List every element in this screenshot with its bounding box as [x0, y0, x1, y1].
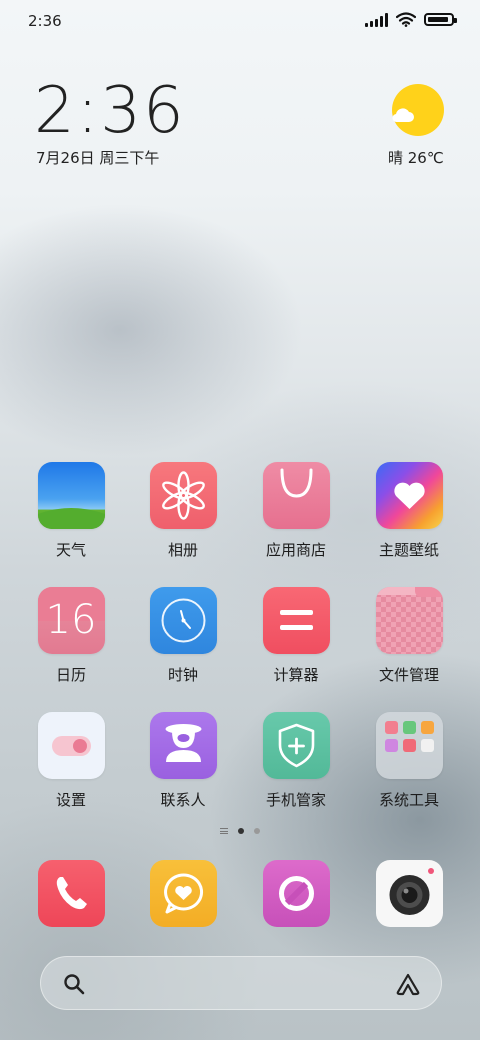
- app-app-store[interactable]: 应用商店: [246, 462, 346, 560]
- app-clock[interactable]: 时钟: [133, 587, 233, 685]
- app-gallery[interactable]: 相册: [133, 462, 233, 560]
- page-dot: [254, 828, 260, 834]
- search-bar[interactable]: [40, 956, 442, 1010]
- app-label: 天气: [55, 541, 86, 559]
- assistant-icon[interactable]: [395, 972, 421, 996]
- search-icon[interactable]: [63, 973, 85, 995]
- app-store-icon: [262, 462, 330, 529]
- home-screen: 2:36 2:36 7月26日 周三下午 晴 26℃ 天气 相册 应用商店 主题…: [0, 0, 480, 1040]
- calendar-icon: 16: [37, 587, 105, 654]
- app-label: 手机管家: [265, 791, 326, 809]
- status-icons: [365, 12, 457, 27]
- calendar-date-text: 16: [45, 597, 97, 643]
- wifi-icon: [396, 12, 416, 27]
- app-calculator[interactable]: 计算器: [246, 587, 346, 685]
- page-indicator[interactable]: [0, 828, 480, 834]
- phone-icon: [37, 860, 105, 927]
- weather-text[interactable]: 晴 26℃: [388, 147, 444, 168]
- sunny-cloud-icon[interactable]: [392, 84, 444, 136]
- weather-icon: [37, 462, 105, 529]
- clock-widget-time[interactable]: 2:36: [34, 76, 186, 146]
- dock-camera[interactable]: [359, 860, 459, 927]
- app-label: 日历: [55, 666, 86, 684]
- battery-icon: [424, 13, 457, 26]
- app-label: 设置: [55, 791, 86, 809]
- clock-icon: [149, 587, 217, 654]
- app-label: 应用商店: [265, 541, 326, 559]
- clock-widget-date[interactable]: 7月26日 周三下午: [36, 147, 159, 168]
- app-label: 相册: [167, 541, 198, 559]
- app-settings[interactable]: 设置: [21, 712, 121, 810]
- app-file-manager[interactable]: 文件管理: [359, 587, 459, 685]
- browser-icon: [262, 860, 330, 927]
- app-label: 系统工具: [378, 791, 439, 809]
- page-dot-active: [238, 828, 244, 834]
- app-calendar[interactable]: 16 日历: [21, 587, 121, 685]
- camera-icon: [375, 860, 443, 927]
- calculator-icon: [262, 587, 330, 654]
- status-bar: 2:36: [0, 0, 480, 40]
- app-label: 时钟: [167, 666, 198, 684]
- app-label: 联系人: [160, 791, 206, 809]
- app-label: 文件管理: [378, 666, 439, 684]
- dock-browser[interactable]: [246, 860, 346, 927]
- messages-icon: [149, 860, 217, 927]
- app-weather[interactable]: 天气: [21, 462, 121, 560]
- system-tools-folder-icon: [375, 712, 443, 779]
- gallery-icon: [149, 462, 217, 529]
- status-time: 2:36: [28, 12, 62, 30]
- settings-icon: [37, 712, 105, 779]
- app-security[interactable]: 手机管家: [246, 712, 346, 810]
- menu-lines-icon: [220, 828, 228, 834]
- themes-icon: [375, 462, 443, 529]
- dock-phone[interactable]: [21, 860, 121, 927]
- dock-messages[interactable]: [133, 860, 233, 927]
- app-label: 主题壁纸: [378, 541, 439, 559]
- file-manager-icon: [375, 587, 443, 654]
- signal-icon: [365, 12, 388, 27]
- app-contacts[interactable]: 联系人: [133, 712, 233, 810]
- app-label: 计算器: [273, 666, 319, 684]
- security-icon: [262, 712, 330, 779]
- app-themes[interactable]: 主题壁纸: [359, 462, 459, 560]
- folder-system-tools[interactable]: 系统工具: [359, 712, 459, 810]
- contacts-icon: [149, 712, 217, 779]
